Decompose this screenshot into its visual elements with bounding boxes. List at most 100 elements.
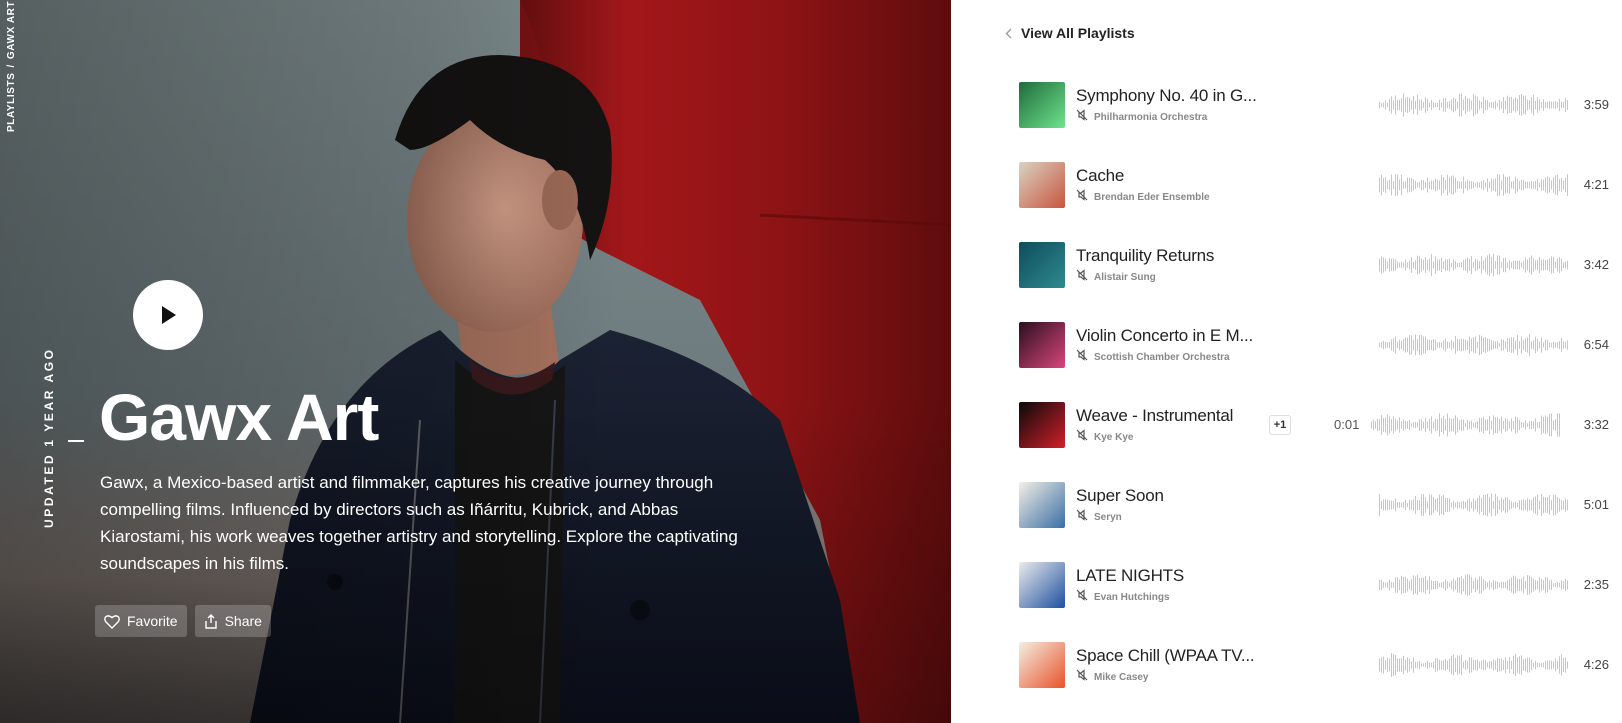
waveform-bar xyxy=(1467,574,1468,596)
waveform-bar xyxy=(1519,260,1520,270)
track-row[interactable]: Symphony No. 40 in G... Philharmonia Orch… xyxy=(1019,80,1609,130)
waveform[interactable] xyxy=(1379,252,1569,278)
waveform-bar xyxy=(1477,659,1478,671)
waveform-bar xyxy=(1553,494,1554,516)
waveform-bar xyxy=(1551,101,1552,109)
track-title[interactable]: Cache xyxy=(1076,166,1124,186)
waveform[interactable] xyxy=(1379,332,1569,358)
more-artists-badge[interactable]: +1 xyxy=(1269,415,1291,435)
waveform-bar xyxy=(1519,579,1520,591)
waveform-bar xyxy=(1551,499,1552,511)
album-cover[interactable] xyxy=(1019,242,1065,288)
album-cover[interactable] xyxy=(1019,482,1065,528)
track-artist[interactable]: Brendan Eder Ensemble xyxy=(1094,192,1210,203)
track-title[interactable]: Violin Concerto in E M... xyxy=(1076,326,1253,346)
waveform-bar xyxy=(1541,415,1542,435)
waveform[interactable] xyxy=(1379,492,1569,518)
track-row[interactable]: Super Soon Seryn 5:01 xyxy=(1019,480,1609,530)
waveform-bar xyxy=(1511,262,1512,268)
waveform-bar xyxy=(1521,262,1522,268)
waveform-bar xyxy=(1533,181,1534,189)
album-cover[interactable] xyxy=(1019,82,1065,128)
waveform-bar xyxy=(1507,338,1508,352)
track-title[interactable]: LATE NIGHTS xyxy=(1076,566,1184,586)
breadcrumb-root[interactable]: PLAYLISTS xyxy=(6,73,17,133)
track-row[interactable]: Tranquility Returns Alistair Sung 3:42 xyxy=(1019,240,1609,290)
album-cover[interactable] xyxy=(1019,162,1065,208)
waveform-bar xyxy=(1491,582,1492,588)
waveform-bar xyxy=(1507,95,1508,115)
track-artist[interactable]: Kye Kye xyxy=(1094,432,1133,443)
waveform-bar xyxy=(1435,499,1436,511)
waveform-bar xyxy=(1393,582,1394,588)
track-row[interactable]: Space Chill (WPAA TV... Mike Casey 4:26 xyxy=(1019,640,1609,690)
share-button[interactable]: Share xyxy=(194,605,271,637)
waveform-bar xyxy=(1555,342,1556,348)
waveform[interactable] xyxy=(1379,572,1569,598)
waveform-bar xyxy=(1479,495,1480,515)
album-cover[interactable] xyxy=(1019,642,1065,688)
waveform-bar xyxy=(1521,422,1522,428)
waveform-bar xyxy=(1413,339,1414,351)
waveform-bar xyxy=(1519,180,1520,190)
waveform-bar xyxy=(1417,182,1418,188)
waveform-bar xyxy=(1423,494,1424,516)
waveform-bar xyxy=(1479,417,1480,433)
waveform[interactable] xyxy=(1379,92,1569,118)
track-title[interactable]: Tranquility Returns xyxy=(1076,246,1214,266)
waveform-bar xyxy=(1385,417,1386,433)
track-artist[interactable]: Evan Hutchings xyxy=(1094,592,1170,603)
waveform-bar xyxy=(1453,341,1454,349)
view-all-playlists-link[interactable]: View All Playlists xyxy=(1005,25,1135,41)
waveform-bar xyxy=(1483,416,1484,434)
waveform-bar xyxy=(1565,177,1566,193)
waveform-bar xyxy=(1441,257,1442,273)
album-cover[interactable] xyxy=(1019,322,1065,368)
play-button[interactable] xyxy=(133,280,203,350)
waveform-bar xyxy=(1417,422,1418,428)
track-row[interactable]: Violin Concerto in E M... Scottish Chambe… xyxy=(1019,320,1609,370)
waveform-bar xyxy=(1525,658,1526,672)
waveform-bar xyxy=(1383,499,1384,511)
waveform-bar xyxy=(1453,97,1454,113)
track-title[interactable]: Weave - Instrumental xyxy=(1076,406,1233,426)
favorite-button[interactable]: Favorite xyxy=(95,605,187,637)
track-artist[interactable]: Philharmonia Orchestra xyxy=(1094,112,1207,123)
waveform-bar xyxy=(1489,102,1490,108)
track-artist[interactable]: Seryn xyxy=(1094,512,1122,523)
track-title[interactable]: Super Soon xyxy=(1076,486,1164,506)
waveform-bar xyxy=(1539,99,1540,111)
waveform-bar xyxy=(1437,342,1438,348)
waveform[interactable] xyxy=(1379,652,1569,678)
waveform[interactable] xyxy=(1379,172,1569,198)
track-row[interactable]: LATE NIGHTS Evan Hutchings 2:35 xyxy=(1019,560,1609,610)
track-title[interactable]: Symphony No. 40 in G... xyxy=(1076,86,1257,106)
waveform-bar xyxy=(1535,260,1536,270)
waveform-bar xyxy=(1471,657,1472,673)
album-cover[interactable] xyxy=(1019,562,1065,608)
waveform-bar xyxy=(1395,498,1396,512)
waveform-bar xyxy=(1395,654,1396,676)
track-artist[interactable]: Alistair Sung xyxy=(1094,272,1156,283)
waveform-bar xyxy=(1399,99,1400,111)
waveform-bar xyxy=(1389,500,1390,510)
track-row[interactable]: Weave - Instrumental Kye Kye +1 0:01 3:32 xyxy=(1019,400,1609,450)
album-cover[interactable] xyxy=(1019,402,1065,448)
track-row[interactable]: Cache Brendan Eder Ensemble 4:21 xyxy=(1019,160,1609,210)
track-title[interactable]: Space Chill (WPAA TV... xyxy=(1076,646,1255,666)
waveform-bar xyxy=(1465,95,1466,115)
waveform-bar xyxy=(1479,334,1480,356)
waveform-bar xyxy=(1513,420,1514,430)
waveform-bar xyxy=(1547,176,1548,194)
waveform-bar xyxy=(1501,262,1502,268)
waveform-bar xyxy=(1461,501,1462,509)
waveform-bar xyxy=(1423,180,1424,190)
waveform-bar xyxy=(1561,338,1562,352)
waveform[interactable] xyxy=(1371,412,1561,438)
waveform-bar xyxy=(1467,340,1468,350)
track-artist[interactable]: Mike Casey xyxy=(1094,672,1148,683)
track-artist[interactable]: Scottish Chamber Orchestra xyxy=(1094,352,1230,363)
waveform-bar xyxy=(1417,255,1418,275)
waveform-bar xyxy=(1385,582,1386,588)
waveform-bar xyxy=(1409,499,1410,511)
